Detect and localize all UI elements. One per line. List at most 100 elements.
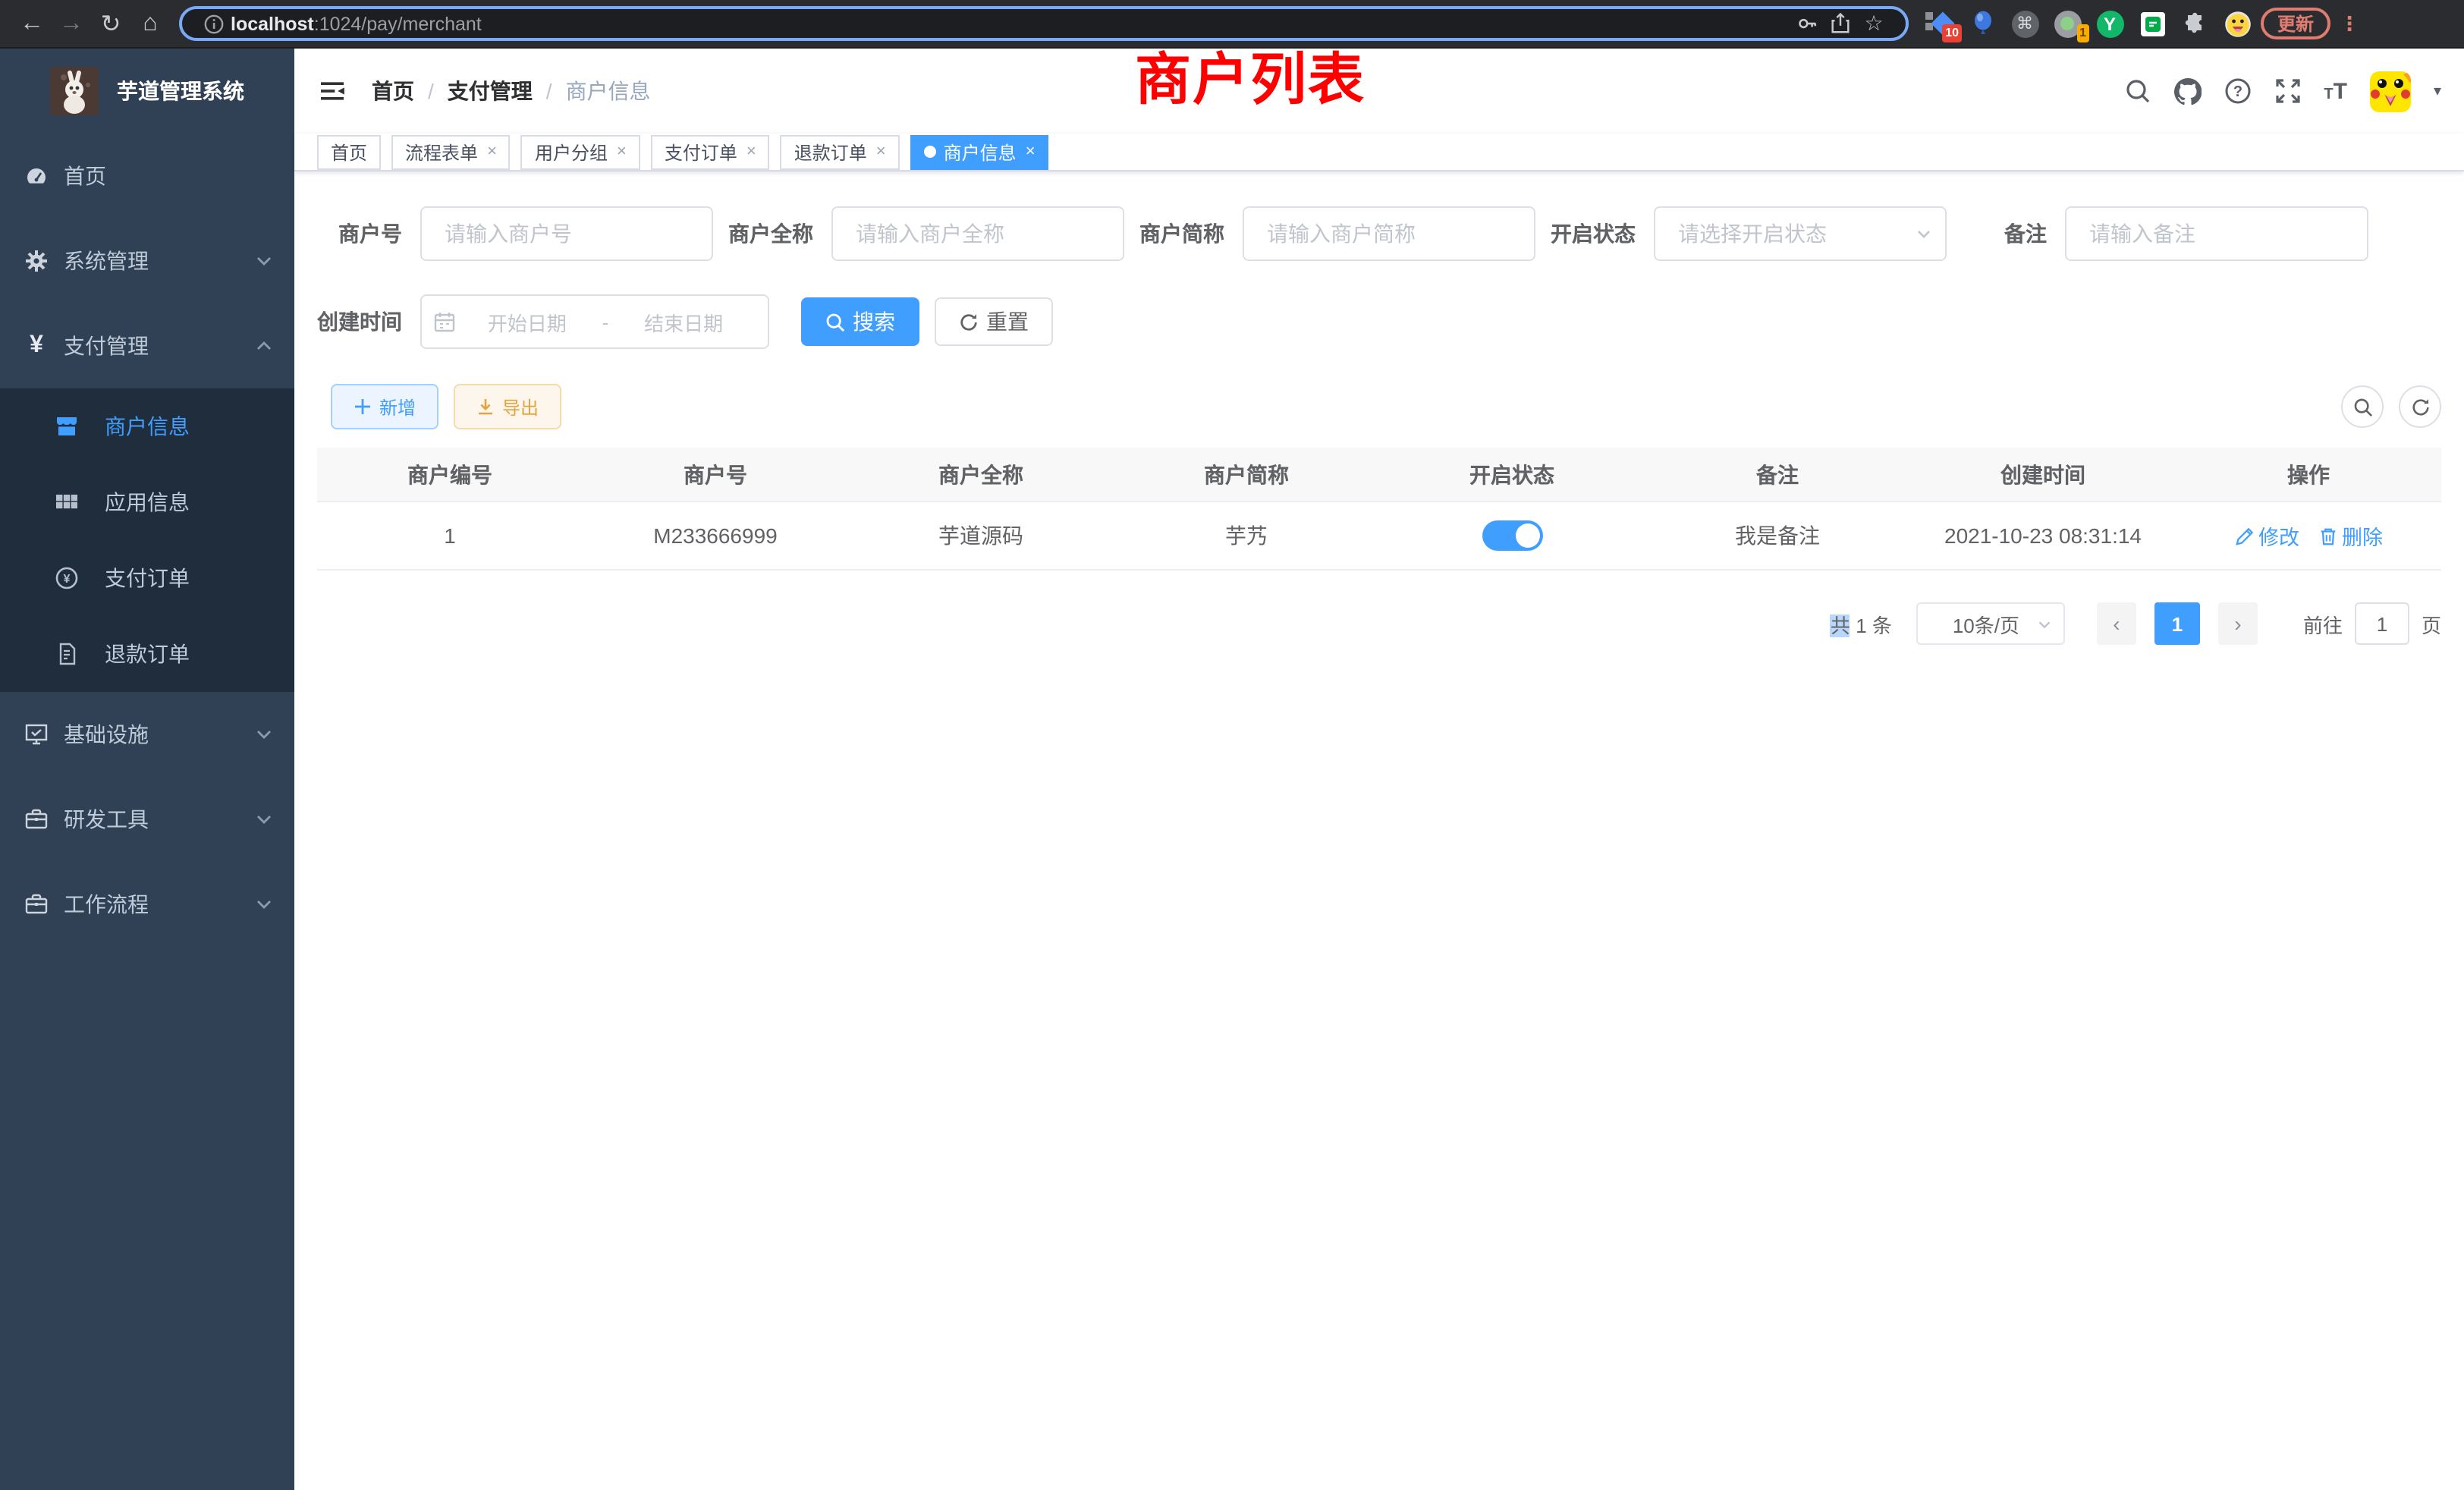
merchant-name-input[interactable]: [831, 206, 1124, 261]
extension-puzzle-icon[interactable]: [2180, 9, 2209, 38]
breadcrumb-home[interactable]: 首页: [372, 76, 414, 106]
table-utilities: [2341, 385, 2441, 428]
sidebar-item-dev-tools[interactable]: 研发工具: [0, 777, 294, 862]
extension-status-icon[interactable]: 1: [2053, 9, 2082, 38]
help-icon[interactable]: ?: [2224, 77, 2251, 105]
create-time-range-picker[interactable]: 开始日期 - 结束日期: [420, 294, 769, 349]
col-status: 开启状态: [1379, 459, 1645, 489]
col-short-name: 商户简称: [1114, 459, 1379, 489]
sidebar-toggle-hamburger-icon[interactable]: [317, 76, 347, 106]
pencil-icon: [2234, 526, 2254, 545]
tab-process-form[interactable]: 流程表单×: [391, 134, 511, 169]
github-icon[interactable]: [2173, 77, 2201, 105]
remark-input[interactable]: [2065, 206, 2368, 261]
prev-page-button[interactable]: ‹: [2097, 602, 2136, 645]
page-info-icon[interactable]: [197, 13, 231, 34]
tab-merchant-info[interactable]: 商户信息×: [910, 134, 1049, 169]
end-date-placeholder: 结束日期: [611, 307, 756, 336]
col-full-name: 商户全称: [848, 459, 1114, 489]
tab-pay-order[interactable]: 支付订单×: [651, 134, 770, 169]
close-icon[interactable]: ×: [1026, 143, 1036, 161]
merchant-short-name-input[interactable]: [1243, 206, 1535, 261]
close-icon[interactable]: ×: [876, 143, 886, 161]
export-button[interactable]: 导出: [454, 384, 561, 429]
tags-view-bar: 首页 流程表单× 用户分组× 支付订单× 退款订单× 商户信息×: [294, 134, 2464, 171]
status-select[interactable]: 请选择开启状态: [1654, 206, 1947, 261]
user-avatar[interactable]: [2370, 71, 2411, 112]
breadcrumb-pay-management[interactable]: 支付管理: [448, 76, 533, 106]
password-key-icon[interactable]: [1790, 12, 1824, 35]
close-icon[interactable]: ×: [487, 143, 497, 161]
app-title: 芋道管理系统: [117, 76, 244, 106]
browser-toolbar: ← → ↻ ⌂ localhost:1024/pay/merchant ☆ 10: [0, 0, 2464, 49]
sidebar-item-home[interactable]: 首页: [0, 134, 294, 218]
sidebar-item-infrastructure[interactable]: 基础设施: [0, 692, 294, 777]
refresh-table-button[interactable]: [2399, 385, 2441, 428]
navbar-actions: ? TT ▾: [2123, 71, 2441, 112]
sidebar: 芋道管理系统 首页 系统管理 ¥ 支付管理: [0, 49, 294, 1490]
close-icon[interactable]: ×: [617, 143, 627, 161]
browser-home-button[interactable]: ⌂: [130, 4, 170, 43]
tab-user-group[interactable]: 用户分组×: [521, 134, 640, 169]
table-row: 1 M233666999 芋道源码 芋艿 我是备注 2021-10-23 08:…: [317, 502, 2441, 571]
col-actions: 操作: [2176, 459, 2441, 489]
sidebar-item-refund-order[interactable]: 退款订单: [0, 616, 294, 692]
tab-refund-order[interactable]: 退款订单×: [781, 134, 900, 169]
start-date-placeholder: 开始日期: [455, 307, 599, 336]
extension-emoji-icon[interactable]: [2223, 9, 2252, 38]
search-button[interactable]: 搜索: [801, 297, 919, 346]
delete-link[interactable]: 删除: [2318, 520, 2383, 551]
trash-icon: [2318, 526, 2337, 545]
show-search-toggle-button[interactable]: [2341, 385, 2384, 428]
extension-y-icon[interactable]: Y: [2095, 9, 2124, 38]
browser-reload-button[interactable]: ↻: [91, 4, 130, 43]
breadcrumb-merchant-info: 商户信息: [566, 76, 651, 106]
address-bar[interactable]: localhost:1024/pay/merchant ☆: [179, 6, 1909, 41]
cell-merchant-id: 1: [317, 523, 583, 548]
reset-button[interactable]: 重置: [935, 297, 1053, 346]
status-toggle[interactable]: [1482, 520, 1542, 551]
merchant-no-input[interactable]: [420, 206, 713, 261]
document-icon: [55, 642, 79, 666]
browser-menu-icon[interactable]: ⋮: [2340, 11, 2359, 36]
search-icon: [825, 312, 845, 332]
app-root: ← → ↻ ⌂ localhost:1024/pay/merchant ☆ 10: [0, 0, 2464, 1490]
goto-page-input[interactable]: [2355, 602, 2409, 645]
browser-forward-button[interactable]: →: [52, 4, 91, 43]
bookmark-star-icon[interactable]: ☆: [1857, 11, 1890, 36]
tab-home[interactable]: 首页: [317, 134, 381, 169]
chevron-down-icon: [2036, 615, 2053, 632]
chevron-down-icon: [255, 252, 273, 270]
sidebar-item-pay-management[interactable]: ¥ 支付管理: [0, 303, 294, 388]
sidebar-item-pay-order[interactable]: ¥ 支付订单: [0, 540, 294, 616]
fullscreen-icon[interactable]: [2274, 77, 2301, 105]
edit-link[interactable]: 修改: [2234, 520, 2299, 551]
col-create-time: 创建时间: [1910, 459, 2176, 489]
extension-balloon-icon[interactable]: [1968, 9, 1997, 38]
search-icon[interactable]: [2123, 77, 2151, 105]
extension-chat-icon[interactable]: [2138, 9, 2167, 38]
extension-command-icon[interactable]: ⌘: [2010, 9, 2039, 38]
add-button[interactable]: 新增: [331, 384, 438, 429]
sidebar-item-app-info[interactable]: 应用信息: [0, 464, 294, 540]
next-page-button[interactable]: ›: [2218, 602, 2258, 645]
browser-update-button[interactable]: 更新: [2261, 8, 2330, 39]
sidebar-item-system-management[interactable]: 系统管理: [0, 218, 294, 303]
extension-badge-10: 10: [1942, 24, 1962, 42]
app-logo[interactable]: 芋道管理系统: [0, 49, 294, 134]
pay-management-submenu: 商户信息 应用信息 ¥ 支付订单: [0, 388, 294, 692]
extension-tabs-icon[interactable]: 10: [1925, 9, 1954, 38]
share-icon[interactable]: [1824, 12, 1857, 35]
avatar-dropdown-caret-icon[interactable]: ▾: [2434, 83, 2441, 99]
grid-icon: [55, 490, 79, 514]
browser-back-button[interactable]: ←: [12, 4, 52, 43]
url-path: :1024/pay/merchant: [314, 13, 482, 34]
page-number-1[interactable]: 1: [2154, 602, 2200, 645]
sidebar-item-merchant-info[interactable]: 商户信息: [0, 388, 294, 464]
sidebar-item-workflow[interactable]: 工作流程: [0, 862, 294, 947]
close-icon[interactable]: ×: [746, 143, 756, 161]
yen-circle-icon: ¥: [55, 566, 79, 590]
font-size-icon[interactable]: TT: [2324, 78, 2347, 104]
calendar-icon: [434, 311, 455, 332]
page-size-select[interactable]: 10条/页: [1916, 602, 2065, 645]
